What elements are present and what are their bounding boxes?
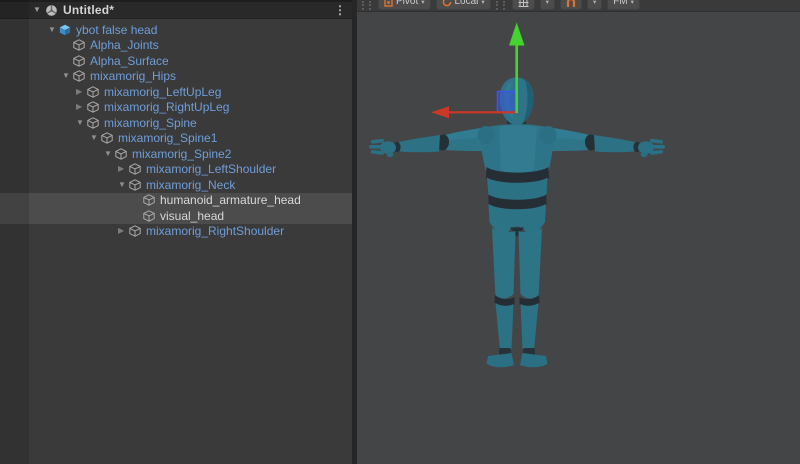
gameobject-cube-icon <box>87 101 100 113</box>
tree-row-mixamorig-rightshoulder[interactable]: ▶ mixamorig_RightShoulder <box>0 224 352 240</box>
tree-row-label: mixamorig_Neck <box>146 179 235 191</box>
tree-row-label: Alpha_Surface <box>90 55 169 67</box>
tree-row-mixamorig-hips[interactable]: ▼ mixamorig_Hips <box>0 69 352 85</box>
gameobject-cube-icon <box>73 39 86 51</box>
gameobject-cube-icon <box>73 70 86 82</box>
ybot-character[interactable] <box>369 78 665 368</box>
gameobject-cube-icon <box>143 194 156 206</box>
scene-foldout-arrow-icon[interactable]: ▼ <box>33 6 45 14</box>
unity-scene-icon <box>45 4 59 17</box>
hierarchy-panel: ▼ Untitled* ⋮ ▼ ybot false head Alpha_Join… <box>0 0 352 464</box>
gameobject-cube-icon <box>73 55 86 67</box>
tree-row-mixamorig-rightupleg[interactable]: ▶ mixamorig_RightUpLeg <box>0 100 352 116</box>
foldout-collapsed-icon[interactable]: ▶ <box>118 227 129 235</box>
tree-row-label: mixamorig_LeftUpLeg <box>104 86 221 98</box>
gameobject-cube-icon <box>129 225 142 237</box>
scene-title: Untitled* <box>63 3 114 17</box>
foldout-collapsed-icon[interactable]: ▶ <box>118 165 129 173</box>
gameobject-cube-icon <box>143 210 156 222</box>
tree-row-mixamorig-spine2[interactable]: ▼ mixamorig_Spine2 <box>0 146 352 162</box>
tree-row-label: mixamorig_Hips <box>90 70 176 82</box>
foldout-expanded-icon[interactable]: ▼ <box>76 119 87 127</box>
prefab-cube-icon <box>59 24 72 36</box>
foldout-expanded-icon[interactable]: ▼ <box>90 134 101 142</box>
gameobject-cube-icon <box>87 86 100 98</box>
tree-row-alpha-surface[interactable]: Alpha_Surface <box>0 53 352 69</box>
gameobject-cube-icon <box>87 117 100 129</box>
scene-view[interactable]: Pivot▾Local▾▾▾FM▾ <box>357 0 800 464</box>
tree-row-mixamorig-spine[interactable]: ▼ mixamorig_Spine <box>0 115 352 131</box>
tree-row-label: mixamorig_LeftShoulder <box>146 163 276 175</box>
tree-row-label: mixamorig_Spine1 <box>118 132 217 144</box>
tree-row-label: mixamorig_Spine2 <box>132 148 231 160</box>
tree-row-mixamorig-leftupleg[interactable]: ▶ mixamorig_LeftUpLeg <box>0 84 352 100</box>
tree-row-ybot-false-head[interactable]: ▼ ybot false head <box>0 22 352 38</box>
gameobject-cube-icon <box>129 179 142 191</box>
tree-row-mixamorig-neck[interactable]: ▼ mixamorig_Neck <box>0 177 352 193</box>
foldout-expanded-icon[interactable]: ▼ <box>104 150 115 158</box>
foldout-collapsed-icon[interactable]: ▶ <box>76 103 87 111</box>
tree-row-label: mixamorig_RightShoulder <box>146 225 284 237</box>
tree-row-label: Alpha_Joints <box>90 39 159 51</box>
tree-row-label: visual_head <box>160 210 224 222</box>
foldout-collapsed-icon[interactable]: ▶ <box>76 88 87 96</box>
foldout-expanded-icon[interactable]: ▼ <box>62 72 73 80</box>
foldout-expanded-icon[interactable]: ▼ <box>48 26 59 34</box>
tree-row-label: ybot false head <box>76 24 157 36</box>
tree-row-label: mixamorig_Spine <box>104 117 197 129</box>
hierarchy-tree: ▼ ybot false head Alpha_Joints Alpha_Surfac… <box>0 22 352 239</box>
tree-row-alpha-joints[interactable]: Alpha_Joints <box>0 38 352 54</box>
tree-row-label: mixamorig_RightUpLeg <box>104 101 229 113</box>
foldout-expanded-icon[interactable]: ▼ <box>118 181 129 189</box>
gameobject-cube-icon <box>115 148 128 160</box>
tree-row-mixamorig-leftshoulder[interactable]: ▶ mixamorig_LeftShoulder <box>0 162 352 178</box>
character-model[interactable] <box>357 0 800 464</box>
gameobject-cube-icon <box>129 163 142 175</box>
gameobject-cube-icon <box>101 132 114 144</box>
kebab-menu-icon[interactable]: ⋮ <box>334 4 346 16</box>
tree-row-humanoid-armature-head[interactable]: humanoid_armature_head <box>0 193 352 209</box>
hierarchy-scene-header[interactable]: ▼ Untitled* ⋮ <box>0 0 352 19</box>
unity-editor-window: ▼ Untitled* ⋮ ▼ ybot false head Alpha_Join… <box>0 0 800 464</box>
tree-row-visual-head[interactable]: visual_head <box>0 208 352 224</box>
tree-row-mixamorig-spine1[interactable]: ▼ mixamorig_Spine1 <box>0 131 352 147</box>
tree-row-label: humanoid_armature_head <box>160 194 301 206</box>
